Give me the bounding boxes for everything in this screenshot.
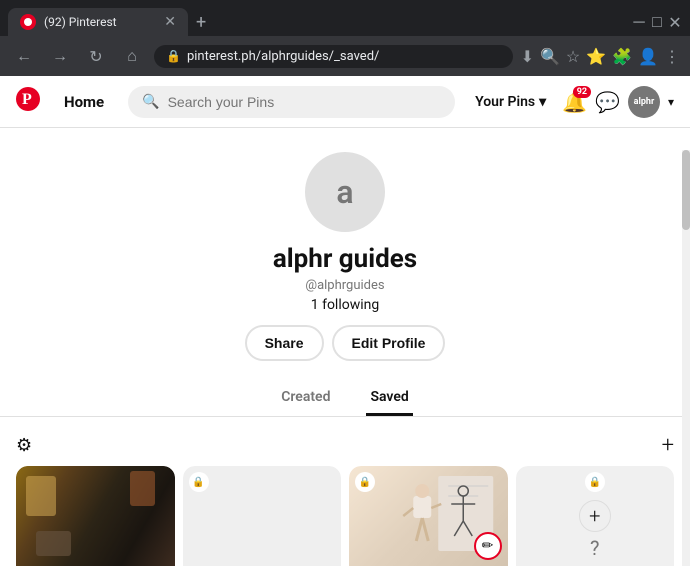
board-card-all-pins[interactable]: All Pins (16, 466, 175, 566)
edit-board-button[interactable]: ✏ (474, 532, 502, 560)
lock-icon: 🔒 (355, 472, 375, 492)
board-toolbar: ⚙ + (0, 425, 690, 466)
your-pins-button[interactable]: Your Pins ▾ (467, 88, 554, 116)
question-icon: ? (590, 536, 599, 560)
header-right: Your Pins ▾ 🔔 92 💬 alphr ▾ (467, 86, 674, 118)
user-avatar[interactable]: alphr (628, 86, 660, 118)
games-thumbnail: 🔒 + ? (516, 466, 675, 566)
profile-actions: Share Edit Profile (245, 325, 446, 361)
pinterest-logo[interactable]: P (16, 87, 40, 117)
boards-grid: All Pins 🔒 Game2 (0, 466, 690, 566)
close-icon[interactable]: ✕ (668, 15, 682, 29)
avatar-letter: a (336, 173, 353, 211)
url-bar[interactable]: 🔒 pinterest.ph/alphrguides/_saved/ (154, 45, 513, 68)
extensions-icon[interactable]: 🧩 (612, 47, 632, 66)
download-icon[interactable]: ⬇ (521, 47, 534, 66)
share-button[interactable]: Share (245, 325, 324, 361)
message-icon[interactable]: 💬 (595, 90, 620, 114)
filter-icon[interactable]: ⚙ (16, 435, 32, 456)
pinterest-header: P Home 🔍 Your Pins ▾ 🔔 92 💬 alphr ▾ (0, 76, 690, 128)
board-card-game2[interactable]: 🔒 Game2 (183, 466, 342, 566)
profile-name: alphr guides (273, 244, 417, 274)
profile-handle: @alphrguides (305, 278, 384, 293)
tab-close-icon[interactable]: ✕ (164, 14, 176, 30)
scrollbar[interactable] (682, 150, 690, 566)
edit-profile-button[interactable]: Edit Profile (332, 325, 446, 361)
zoom-icon[interactable]: 🔍 (540, 47, 560, 66)
profile-avatar: a (305, 152, 385, 232)
notification-badge: 92 (573, 86, 591, 98)
nav-bar: ← → ↻ ⌂ 🔒 pinterest.ph/alphrguides/_save… (0, 36, 690, 76)
nav-right: ⬇ 🔍 ☆ ⭐ 🧩 👤 ⋮ (521, 47, 680, 66)
home-link[interactable]: Home (52, 87, 116, 117)
chevron-down-icon: ▾ (539, 94, 546, 110)
profile-following: 1 following (311, 297, 380, 313)
account-chevron-icon[interactable]: ▾ (668, 95, 674, 109)
tab-title: (92) Pinterest (44, 15, 156, 29)
search-input[interactable] (168, 94, 441, 110)
new-tab-button[interactable]: + (196, 12, 206, 33)
all-pins-thumbnail (16, 466, 175, 566)
tab-bar: (92) Pinterest ✕ + ─ □ ✕ (0, 0, 690, 36)
profile-icon[interactable]: 👤 (638, 47, 658, 66)
tab-favicon (20, 14, 36, 30)
game-thumbnail: 🔒 ✏ (349, 466, 508, 566)
bookmark-icon[interactable]: ⭐ (586, 47, 606, 66)
content-tabs: Created Saved (0, 381, 690, 417)
game2-thumbnail: 🔒 (183, 466, 342, 566)
board-card-games[interactable]: 🔒 + ? games (516, 466, 675, 566)
svg-text:P: P (22, 91, 32, 108)
back-icon[interactable]: ← (10, 42, 38, 70)
your-pins-label: Your Pins (475, 94, 535, 110)
search-icon: 🔍 (142, 94, 159, 110)
lock-icon: 🔒 (585, 472, 605, 492)
lock-icon: 🔒 (166, 49, 181, 63)
minimize-icon[interactable]: ─ (632, 15, 646, 29)
window-controls: ─ □ ✕ (632, 15, 682, 29)
bookmark-star-icon[interactable]: ☆ (566, 47, 580, 66)
profile-section: a alphr guides @alphrguides 1 following … (0, 128, 690, 381)
reload-icon[interactable]: ↻ (82, 42, 110, 70)
lock-icon: 🔒 (189, 472, 209, 492)
active-tab[interactable]: (92) Pinterest ✕ (8, 8, 188, 36)
add-board-icon[interactable]: + (662, 433, 674, 458)
scrollbar-thumb[interactable] (682, 150, 690, 230)
tab-saved[interactable]: Saved (366, 381, 412, 416)
url-text: pinterest.ph/alphrguides/_saved/ (187, 49, 501, 64)
search-bar[interactable]: 🔍 (128, 86, 455, 118)
board-card-game[interactable]: 🔒 ✏ Game (349, 466, 508, 566)
forward-icon[interactable]: → (46, 42, 74, 70)
browser-chrome: (92) Pinterest ✕ + ─ □ ✕ ← → ↻ ⌂ 🔒 pinte… (0, 0, 690, 76)
add-pin-icon[interactable]: + (579, 500, 611, 532)
tab-created[interactable]: Created (277, 381, 334, 416)
maximize-icon[interactable]: □ (650, 15, 664, 29)
notification-button[interactable]: 🔔 92 (562, 90, 587, 114)
home-icon[interactable]: ⌂ (118, 42, 146, 70)
menu-icon[interactable]: ⋮ (664, 47, 680, 66)
